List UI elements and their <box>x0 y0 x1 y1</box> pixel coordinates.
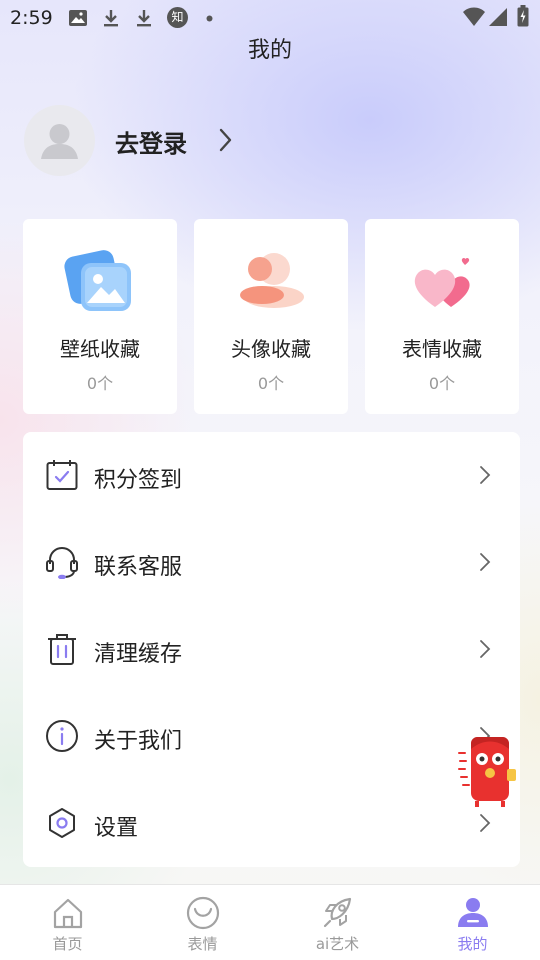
menu-item-customer-service[interactable]: 联系客服 <box>23 519 520 606</box>
wifi-icon <box>462 6 486 28</box>
chevron-right-icon <box>479 639 491 663</box>
collection-label: 头像收藏 <box>231 337 311 361</box>
battery-icon <box>517 5 529 27</box>
bottom-tab-bar: 首页 表情 ai艺术 我的 <box>0 884 540 960</box>
settings-menu: 积分签到 联系客服 清理缓存 关于我们 设置 <box>23 432 520 867</box>
menu-label: 联系客服 <box>94 555 183 580</box>
red-packet-mascot-icon[interactable] <box>455 735 517 809</box>
collection-label: 壁纸收藏 <box>60 337 140 361</box>
download-icon <box>134 8 154 28</box>
collection-card-wallpaper[interactable]: 壁纸收藏 0个 <box>23 219 177 414</box>
tab-home[interactable]: 首页 <box>0 885 135 960</box>
avatar-collection-icon <box>234 247 308 317</box>
tab-label: 表情 <box>187 935 218 953</box>
tab-label: 首页 <box>52 935 83 953</box>
wallpaper-collection-icon <box>63 247 137 317</box>
collection-card-avatar[interactable]: 头像收藏 0个 <box>194 219 348 414</box>
menu-label: 积分签到 <box>94 468 183 493</box>
settings-hexagon-icon <box>45 806 79 840</box>
collection-count: 0个 <box>428 374 456 393</box>
menu-label: 关于我们 <box>94 729 183 754</box>
zhihu-icon: 知 <box>167 7 188 28</box>
tab-label: ai艺术 <box>315 935 360 953</box>
info-icon <box>45 719 79 753</box>
collection-label: 表情收藏 <box>402 337 482 361</box>
tab-ai-art[interactable]: ai艺术 <box>270 885 405 960</box>
dot-icon <box>206 15 213 22</box>
trash-icon <box>45 632 79 666</box>
chevron-right-icon[interactable] <box>218 128 232 156</box>
tab-stickers[interactable]: 表情 <box>135 885 270 960</box>
chevron-right-icon <box>479 552 491 576</box>
tab-mine[interactable]: 我的 <box>405 885 540 960</box>
collection-count: 0个 <box>86 374 114 393</box>
chevron-right-icon <box>479 813 491 837</box>
image-icon <box>68 8 88 28</box>
menu-item-about[interactable]: 关于我们 <box>23 693 520 780</box>
avatar-placeholder-icon <box>41 124 78 159</box>
signal-icon <box>488 6 508 28</box>
menu-label: 清理缓存 <box>94 642 183 667</box>
login-link[interactable]: 去登录 <box>115 124 187 159</box>
tab-label: 我的 <box>457 935 488 953</box>
home-icon <box>50 895 86 931</box>
page-title: 我的 <box>247 38 292 63</box>
calendar-check-icon <box>45 458 79 492</box>
download-icon <box>101 8 121 28</box>
rocket-icon <box>320 895 356 931</box>
headset-icon <box>45 545 79 580</box>
heart-collection-icon <box>405 247 479 317</box>
menu-item-checkin[interactable]: 积分签到 <box>23 432 520 519</box>
chevron-right-icon <box>479 465 491 489</box>
menu-item-clear-cache[interactable]: 清理缓存 <box>23 606 520 693</box>
menu-label: 设置 <box>94 816 139 841</box>
status-bar: 2:59 知 <box>0 0 540 36</box>
user-icon <box>455 895 491 931</box>
status-time: 2:59 <box>10 7 53 29</box>
smile-icon <box>185 895 221 931</box>
collection-count: 0个 <box>257 374 285 393</box>
avatar[interactable] <box>24 105 95 176</box>
collection-card-sticker[interactable]: 表情收藏 0个 <box>365 219 519 414</box>
menu-item-settings[interactable]: 设置 <box>23 780 520 867</box>
